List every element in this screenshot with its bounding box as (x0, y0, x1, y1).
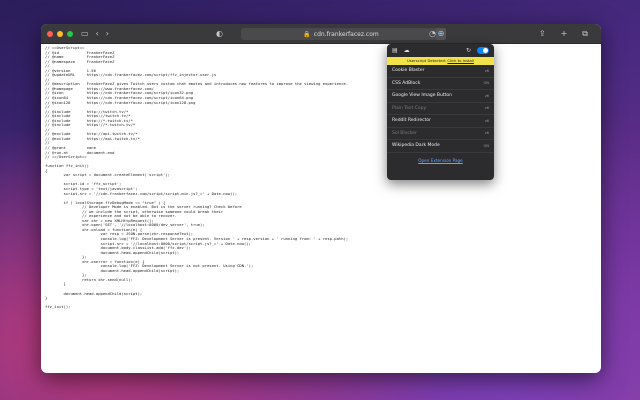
userscript-item[interactable]: Plain Text Copy v6 (387, 103, 494, 115)
userscript-item-label: Cookie Blaster (392, 68, 425, 74)
userscript-item-label: Google View Image Button (392, 93, 453, 99)
reader-icon[interactable]: ◔ (429, 24, 436, 44)
userscript-item-tag: v6 (484, 68, 489, 73)
install-link[interactable]: Click to install (447, 58, 474, 63)
userscript-item-label: CSS AdBlock (392, 80, 421, 86)
userscript-item-label: Wikipedia Dark Mode (392, 143, 440, 149)
userscript-item-tag: v6 (484, 118, 489, 123)
close-window-button[interactable] (47, 30, 53, 37)
window-controls (47, 30, 73, 37)
open-extension-page-link[interactable]: Open Extension Page (387, 153, 494, 163)
extension-popup: ▤ ☁ ↻ Userscript Detected: Click to inst… (387, 44, 494, 180)
lock-icon: 🔒 (303, 30, 311, 38)
new-tab-icon[interactable]: + (561, 24, 568, 44)
tab-overview-icon[interactable]: ⧉ (582, 24, 588, 44)
refresh-icon[interactable]: ↻ (466, 47, 471, 54)
browser-window: ▭ ‹ › ◐ 🔒 cdn.frankerfacez.com ◔ ⊕ ⇪ + ⧉… (41, 24, 601, 373)
privacy-shield-icon[interactable]: ◐ (216, 24, 223, 44)
userscript-item[interactable]: Cookie Blaster v6 (387, 65, 494, 78)
cloud-icon[interactable]: ☁ (404, 47, 410, 54)
userscript-item-label: Reddit Redirector (392, 118, 432, 124)
popup-header: ▤ ☁ ↻ (387, 44, 494, 57)
sidebar-icon[interactable]: ▭ (81, 24, 89, 44)
userscript-item[interactable]: Google View Image Button v6 (387, 90, 494, 103)
url-bar[interactable]: 🔒 cdn.frankerfacez.com (241, 28, 441, 40)
enable-toggle[interactable] (477, 47, 489, 54)
share-icon[interactable]: ⇪ (539, 24, 546, 44)
userscript-item-label: Plain Text Copy (392, 105, 427, 111)
userscript-item[interactable]: CSS AdBlock ON (387, 78, 494, 90)
userscript-item-tag: ON (483, 143, 489, 148)
minimize-window-button[interactable] (57, 30, 63, 37)
userscript-item-tag: v6 (484, 106, 489, 111)
userscript-item[interactable]: Sol Blocker v6 (387, 128, 494, 140)
forward-icon[interactable]: › (106, 24, 109, 44)
userscript-item[interactable]: Wikipedia Dark Mode ON (387, 140, 494, 153)
browser-toolbar: ▭ ‹ › ◐ 🔒 cdn.frankerfacez.com ◔ ⊕ ⇪ + ⧉ (41, 24, 601, 44)
userscript-code: // ==UserScript== // @id FrankerFaceZ //… (45, 45, 349, 310)
userscript-item-tag: v6 (484, 93, 489, 98)
userscript-item[interactable]: Reddit Redirector v6 (387, 115, 494, 128)
back-icon[interactable]: ‹ (96, 24, 99, 44)
toolbar-right: ⇪ + ⧉ (539, 24, 595, 44)
folder-icon[interactable]: ▤ (392, 47, 398, 54)
userscript-item-label: Sol Blocker (392, 130, 417, 136)
userscript-item-tag: ON (483, 81, 489, 86)
userscript-item-tag: v6 (484, 131, 489, 136)
popup-item-list: Cookie Blaster v6 CSS AdBlock ON Google View… (387, 65, 494, 153)
extension-icon[interactable]: ⊕ (436, 28, 446, 40)
page-content: // ==UserScript== // @id FrankerFaceZ //… (41, 44, 601, 312)
banner-text: Userscript Detected: (407, 58, 447, 63)
url-text: cdn.frankerfacez.com (313, 30, 379, 38)
userscript-banner[interactable]: Userscript Detected: Click to install (387, 57, 494, 65)
zoom-window-button[interactable] (67, 30, 73, 37)
